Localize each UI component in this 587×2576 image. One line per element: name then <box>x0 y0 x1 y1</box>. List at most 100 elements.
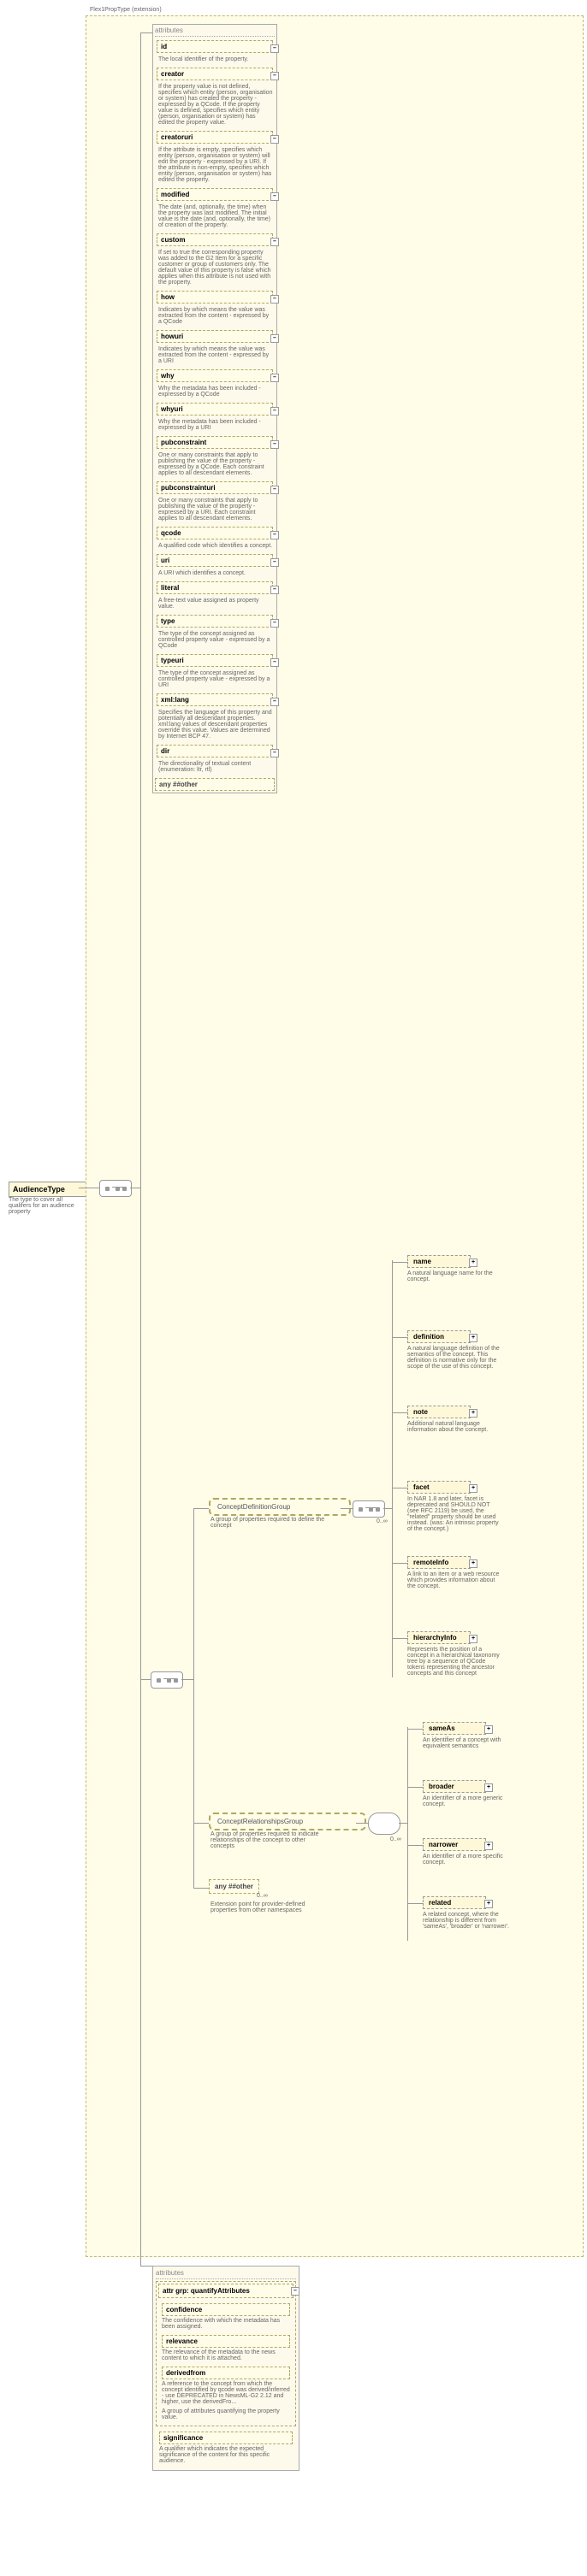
connector <box>383 1508 392 1509</box>
attr-desc: The confidence with which the metadata h… <box>162 2318 290 2330</box>
connector <box>140 32 141 2266</box>
expand-icon[interactable]: + <box>469 1259 477 1267</box>
collapse-icon[interactable]: – <box>270 192 279 201</box>
attr-desc: A URI which identifies a concept. <box>158 570 273 576</box>
element-desc: An identifier of a more specific concept… <box>423 1854 517 1866</box>
attr-desc: If the property value is not defined, sp… <box>158 84 273 126</box>
element-name: related <box>429 1899 451 1907</box>
quantify-group-label: attr grp: quantifyAttributes <box>163 2287 250 2295</box>
attr-typeuri[interactable]: typeuri– <box>157 654 273 667</box>
attr-whyuri[interactable]: whyuri– <box>157 403 273 416</box>
element-definition[interactable]: definition+ <box>407 1330 471 1343</box>
element-narrower[interactable]: narrower+ <box>423 1838 486 1851</box>
root-type-name: AudienceType <box>13 1185 65 1194</box>
attr-confidence[interactable]: confidence <box>162 2303 290 2316</box>
connector <box>140 2266 152 2267</box>
collapse-icon[interactable]: – <box>270 531 279 539</box>
attr-name: creatoruri <box>161 133 193 141</box>
connector <box>392 1563 407 1564</box>
element-desc: Represents the position of a concept in … <box>407 1647 501 1677</box>
attr-pubconstraint[interactable]: pubconstraint– <box>157 436 273 449</box>
collapse-icon[interactable]: – <box>270 374 279 382</box>
collapse-icon[interactable]: – <box>270 295 279 304</box>
sequence-indicator <box>353 1500 385 1518</box>
attr-name: whyuri <box>161 405 183 413</box>
root-type-desc: The type to cover all qualifers for an a… <box>9 1197 84 1215</box>
expand-icon[interactable]: + <box>469 1484 477 1493</box>
attr-derivedfrom[interactable]: derivedfrom <box>162 2367 290 2379</box>
collapse-icon[interactable]: – <box>270 658 279 667</box>
connector <box>341 1508 353 1509</box>
attr-relevance[interactable]: relevance <box>162 2335 290 2348</box>
attr-name: xml:lang <box>161 696 189 704</box>
attr-significance[interactable]: significance <box>159 2432 293 2444</box>
connector <box>407 1845 423 1846</box>
collapse-icon[interactable]: – <box>270 238 279 246</box>
collapse-icon[interactable]: – <box>291 2287 299 2296</box>
attr-uri[interactable]: uri– <box>157 554 273 567</box>
attr-howuri[interactable]: howuri– <box>157 330 273 343</box>
attr-xml-lang[interactable]: xml:lang– <box>157 693 273 706</box>
attr-modified[interactable]: modified– <box>157 188 273 201</box>
connector <box>193 1888 209 1889</box>
element-sameAs[interactable]: sameAs+ <box>423 1722 486 1735</box>
element-name: note <box>413 1408 428 1416</box>
collapse-icon[interactable]: – <box>270 407 279 416</box>
collapse-icon[interactable]: – <box>270 486 279 494</box>
expand-icon[interactable]: + <box>469 1635 477 1643</box>
collapse-icon[interactable]: – <box>270 135 279 144</box>
connector <box>392 1412 407 1413</box>
attr-desc: The date (and, optionally, the time) whe… <box>158 204 273 228</box>
attr-name: qcode <box>161 529 181 537</box>
attr-id[interactable]: id– <box>157 40 273 53</box>
attr-creatoruri[interactable]: creatoruri– <box>157 131 273 144</box>
quantify-group-desc: A group of attributes quantifying the pr… <box>162 2408 290 2420</box>
element-related[interactable]: related+ <box>423 1896 486 1909</box>
element-broader[interactable]: broader+ <box>423 1780 486 1793</box>
connector <box>140 1679 151 1680</box>
sequence-indicator <box>99 1180 132 1197</box>
connector <box>407 1903 423 1904</box>
attr-why[interactable]: why– <box>157 369 273 382</box>
attr-name: typeuri <box>161 657 184 664</box>
attr-how[interactable]: how– <box>157 291 273 304</box>
expand-icon[interactable]: + <box>469 1334 477 1342</box>
element-desc: Additional natural language information … <box>407 1421 501 1433</box>
collapse-icon[interactable]: – <box>270 586 279 594</box>
attr-qcode[interactable]: qcode– <box>157 527 273 539</box>
group-desc: A group of properties required to indica… <box>210 1831 330 1849</box>
attr-name: id <box>161 43 167 50</box>
element-name[interactable]: name+ <box>407 1255 471 1268</box>
expand-icon[interactable]: + <box>484 1725 493 1734</box>
attr-dir[interactable]: dir– <box>157 745 273 757</box>
element-remoteInfo[interactable]: remoteInfo+ <box>407 1556 471 1569</box>
attr-literal[interactable]: literal– <box>157 581 273 594</box>
element-facet[interactable]: facet+ <box>407 1481 471 1494</box>
quantify-group-title[interactable]: attr grp: quantifyAttributes – <box>158 2284 294 2298</box>
connector <box>392 1337 407 1338</box>
collapse-icon[interactable]: – <box>270 558 279 567</box>
attr-name: derivedfrom <box>166 2369 205 2377</box>
attr-type[interactable]: type– <box>157 615 273 628</box>
collapse-icon[interactable]: – <box>270 698 279 706</box>
collapse-icon[interactable]: – <box>270 440 279 449</box>
attr-name: how <box>161 293 175 301</box>
attr-name: relevance <box>166 2337 198 2345</box>
attr-pubconstrainturi[interactable]: pubconstrainturi– <box>157 481 273 494</box>
element-note[interactable]: note+ <box>407 1406 471 1418</box>
collapse-icon[interactable]: – <box>270 44 279 53</box>
connector <box>407 1729 423 1730</box>
expand-icon[interactable]: + <box>484 1842 493 1850</box>
collapse-icon[interactable]: – <box>270 619 279 628</box>
expand-icon[interactable]: + <box>469 1559 477 1568</box>
collapse-icon[interactable]: – <box>270 749 279 757</box>
collapse-icon[interactable]: – <box>270 334 279 343</box>
collapse-icon[interactable]: – <box>270 72 279 80</box>
expand-icon[interactable]: + <box>469 1409 477 1418</box>
attr-custom[interactable]: custom– <box>157 233 273 246</box>
element-hierarchyInfo[interactable]: hierarchyInfo+ <box>407 1631 471 1644</box>
expand-icon[interactable]: + <box>484 1900 493 1908</box>
attr-creator[interactable]: creator– <box>157 68 273 80</box>
connector <box>356 1823 368 1824</box>
expand-icon[interactable]: + <box>484 1783 493 1792</box>
